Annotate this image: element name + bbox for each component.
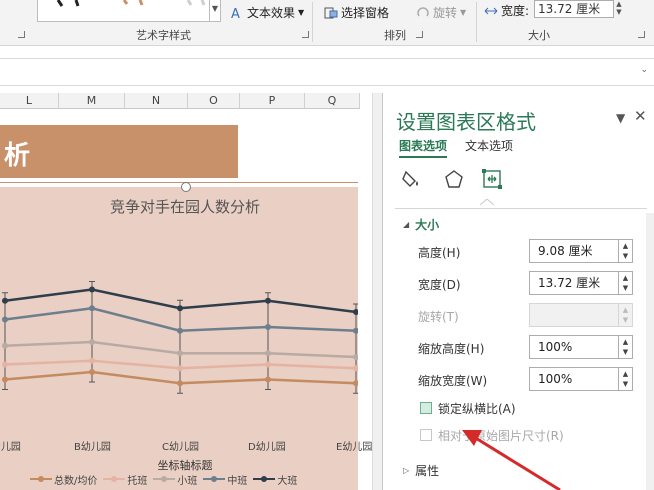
format-chart-area-pane: 设置图表区格式 ▼ ✕ 图表选项 文本选项 ◢ 大小 高度(H) 9.08 厘米… <box>382 93 654 490</box>
width-icon <box>484 7 498 14</box>
x-tick-label: D幼儿园 <box>248 442 286 453</box>
data-point[interactable] <box>353 327 358 334</box>
expand-arrow-icon: ▷ <box>403 466 410 475</box>
relative-size-checkbox[interactable] <box>420 429 432 441</box>
legend-swatch <box>103 476 126 482</box>
data-point[interactable] <box>2 361 8 368</box>
size-group-label: 大小 <box>528 29 550 42</box>
lock-aspect-label[interactable]: 锁定纵横比(A) <box>438 400 516 417</box>
data-point[interactable] <box>89 305 95 312</box>
scale-width-spinner[interactable]: ▲ ▼ <box>619 367 633 391</box>
arrange-launcher-icon[interactable] <box>416 31 423 38</box>
legend-swatch <box>253 476 276 482</box>
data-point[interactable] <box>177 350 183 357</box>
scale-height-spinner[interactable]: ▲ ▼ <box>619 335 633 359</box>
close-icon[interactable]: ✕ <box>634 107 647 125</box>
dropdown-arrow-icon: ▼ <box>460 8 467 17</box>
data-point[interactable] <box>353 365 358 372</box>
scale-height-input[interactable]: 100% <box>529 335 619 359</box>
data-point[interactable] <box>2 316 8 323</box>
legend-label: 总数/均价 <box>54 475 98 487</box>
data-point[interactable] <box>353 354 358 360</box>
effects-pentagon-icon[interactable] <box>443 168 465 190</box>
x-tick-label: B幼儿园 <box>74 442 111 453</box>
legend-swatch <box>30 476 52 482</box>
x-tick-label: E幼儿园 <box>336 442 373 453</box>
vertical-scrollbar[interactable] <box>372 93 382 490</box>
fill-line-icon[interactable] <box>401 168 423 190</box>
height-input[interactable]: 9.08 厘米 <box>529 239 619 263</box>
data-point[interactable] <box>353 380 358 387</box>
data-point[interactable] <box>177 380 183 387</box>
size-launcher-icon[interactable] <box>638 31 645 38</box>
relative-size-label[interactable]: 相对于原始图片尺寸(R) <box>438 427 564 444</box>
scale-width-label: 缩放宽度(W) <box>418 374 488 388</box>
data-point[interactable] <box>2 376 8 383</box>
banner-rule <box>0 182 358 183</box>
data-point[interactable] <box>177 327 183 334</box>
legend-swatch <box>153 476 176 482</box>
legend-swatch <box>203 476 226 482</box>
legend-label: 大班 <box>277 475 298 487</box>
legend-label: 中班 <box>227 475 248 487</box>
legend-label: 托班 <box>127 475 148 487</box>
legend-item[interactable]: 总数/均价 <box>30 472 97 487</box>
legend-item[interactable]: 大班 <box>253 472 297 487</box>
height-label: 高度(H) <box>418 246 461 260</box>
data-point[interactable] <box>2 342 8 349</box>
tab-chart-options[interactable]: 图表选项 <box>399 137 448 158</box>
data-point[interactable] <box>265 350 271 357</box>
lock-aspect-checkbox[interactable] <box>420 402 432 414</box>
size-properties-icon[interactable] <box>481 168 503 190</box>
ribbon-width-input[interactable]: 13.72 厘米 <box>534 0 614 18</box>
arrange-group-label: 排列 <box>384 29 406 42</box>
rotate-label: 旋转 <box>433 6 458 20</box>
collapse-arrow-icon: ◢ <box>403 220 410 229</box>
chart-area[interactable]: 析 竞争对手在园人数分析 坐标轴标题 总数/均价 托班 小班 中班 大班 <box>0 0 360 490</box>
legend-item[interactable]: 小班 <box>153 472 197 487</box>
data-point[interactable] <box>265 376 271 383</box>
data-point[interactable] <box>89 357 95 364</box>
banner-text: 析 <box>4 141 31 171</box>
legend-item[interactable]: 托班 <box>103 472 147 487</box>
legend-label: 小班 <box>177 475 198 487</box>
tab-text-options[interactable]: 文本选项 <box>465 137 513 158</box>
data-point[interactable] <box>177 365 183 372</box>
scale-width-input[interactable]: 100% <box>529 367 619 391</box>
pane-title: 设置图表区格式 <box>396 110 536 134</box>
selected-category-indicator <box>480 199 494 205</box>
data-point[interactable] <box>89 286 95 293</box>
chart-banner[interactable]: 析 <box>0 125 238 178</box>
height-spinner[interactable]: ▲ ▼ <box>619 239 633 263</box>
x-tick-label: C幼儿园 <box>162 442 199 453</box>
legend-item[interactable]: 中班 <box>203 472 247 487</box>
width-spinner[interactable]: ▲ ▼ <box>619 271 633 295</box>
data-point[interactable] <box>265 324 271 330</box>
data-point[interactable] <box>353 309 358 315</box>
rotate-icon <box>417 6 429 16</box>
width-input[interactable]: 13.72 厘米 <box>529 271 619 295</box>
pane-scrollbar[interactable] <box>646 213 654 490</box>
data-point[interactable] <box>2 297 8 304</box>
section-size[interactable]: ◢ 大小 <box>403 216 439 233</box>
data-point[interactable] <box>265 297 271 304</box>
x-tick-label: A幼儿园 <box>0 442 21 453</box>
ribbon-width-label: 宽度: <box>484 2 529 19</box>
scale-height-label: 缩放高度(H) <box>418 342 485 356</box>
data-point[interactable] <box>89 369 95 375</box>
data-point[interactable] <box>265 361 271 368</box>
rotation-input[interactable] <box>529 303 619 327</box>
pane-divider <box>395 208 647 209</box>
rotate-button[interactable]: 旋转 ▼ <box>416 4 466 21</box>
pane-options-icon[interactable]: ▼ <box>616 111 625 125</box>
data-point[interactable] <box>177 305 183 312</box>
chart-legend[interactable]: 总数/均价 托班 小班 中班 大班 <box>30 472 360 487</box>
ribbon-width-spinner[interactable]: ▲ ▼ <box>614 0 624 18</box>
expand-formula-icon[interactable]: ⌄ <box>640 65 648 75</box>
data-point[interactable] <box>89 339 95 345</box>
rotation-label: 旋转(T) <box>418 310 459 324</box>
width-label: 宽度(D) <box>418 278 461 292</box>
rotation-spinner[interactable]: ▲ ▼ <box>619 303 633 327</box>
section-properties[interactable]: ▷ 属性 <box>403 462 439 479</box>
